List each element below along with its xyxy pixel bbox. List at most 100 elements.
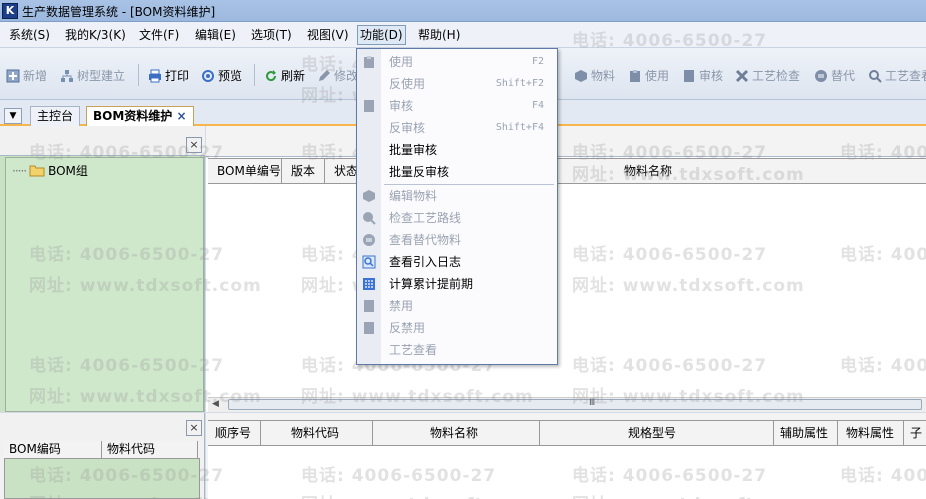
page-icon (364, 300, 374, 312)
col-aux-attribute[interactable]: 辅助属性 (774, 421, 838, 445)
close-panel-icon[interactable]: × (186, 137, 202, 153)
col-bom-code[interactable]: BOM编码 (4, 441, 102, 458)
tab-bom-maintenance[interactable]: BOM资料维护 × (86, 106, 194, 126)
col-material-code[interactable]: 物料代码 (102, 441, 198, 458)
menu-item-check-route[interactable]: 检查工艺路线 (358, 207, 556, 229)
menu-item-label: 查看引入日志 (389, 255, 462, 269)
menu-item-disable[interactable]: 禁用 (358, 295, 556, 317)
bom-list-header: BOM单编号 版本 状态 物料名称 (208, 158, 926, 184)
clipboard-icon (630, 70, 640, 82)
bom-detail-body[interactable] (208, 446, 926, 499)
menu-item-shortcut: Shift+F4 (495, 122, 544, 133)
col-sequence[interactable]: 顺序号 (208, 421, 261, 445)
process-view-button[interactable]: 工艺查看 (868, 66, 926, 86)
audit-button[interactable]: 审核 (682, 66, 723, 86)
menu-item-batch-unaudit[interactable]: 批量反审核 (358, 161, 556, 183)
menu-item-enable[interactable]: 反禁用 (358, 317, 556, 339)
scrollbar-thumb[interactable] (228, 399, 922, 410)
preview-label: 预览 (218, 69, 243, 83)
menu-item-label: 查看替代物料 (389, 233, 462, 247)
magnifier-icon (363, 212, 376, 225)
refresh-icon (266, 70, 277, 82)
col-material-attribute[interactable]: 物料属性 (838, 421, 904, 445)
preview-button[interactable]: 预览 (201, 66, 242, 86)
material-label: 物料 (591, 69, 616, 83)
toolbar-separator (254, 64, 255, 86)
bom-list-header-strip (206, 126, 926, 157)
scroll-left-arrow-icon[interactable]: ◀ (212, 399, 219, 409)
menu-item-label: 编辑物料 (389, 189, 438, 203)
menu-item-edit-material[interactable]: 编辑物料 (358, 185, 556, 207)
menu-item-label: 反审核 (389, 121, 426, 135)
menu-item-shortcut: F4 (531, 100, 544, 111)
menu-item-label: 使用 (389, 55, 414, 69)
menu-item-use[interactable]: 使用 F2 (358, 51, 556, 73)
col-child[interactable]: 子 (904, 421, 926, 445)
process-view-label: 工艺查看 (885, 69, 926, 83)
refresh-button[interactable]: 刷新 (264, 66, 305, 86)
tab-list-button[interactable]: ▼ (4, 108, 22, 124)
menu-item-label: 反禁用 (389, 321, 426, 335)
menu-view[interactable]: 视图(V) (305, 26, 351, 44)
tree-build-button[interactable]: 树型建立 (60, 66, 125, 86)
menu-help[interactable]: 帮助(H) (416, 26, 462, 44)
refresh-label: 刷新 (281, 69, 306, 83)
folder-icon (29, 165, 45, 177)
menu-item-label: 禁用 (389, 299, 414, 313)
book-icon (684, 70, 694, 82)
menu-options[interactable]: 选项(T) (249, 26, 294, 44)
menu-item-label: 批量审核 (389, 143, 438, 157)
material-button[interactable]: 物料 (574, 66, 615, 86)
toolbar-separator (138, 64, 139, 86)
substitute-button[interactable]: 替代 (814, 66, 855, 86)
tab-console-label: 主控台 (37, 109, 74, 123)
menu-edit[interactable]: 编辑(E) (193, 26, 238, 44)
tree-icon (61, 70, 73, 82)
process-check-label: 工艺检查 (752, 69, 801, 83)
preview-icon (202, 70, 214, 82)
page-icon (364, 322, 374, 334)
menu-function[interactable]: 功能(D) (357, 25, 406, 45)
menu-item-unuse[interactable]: 反使用 Shift+F2 (358, 73, 556, 95)
menu-file[interactable]: 文件(F) (137, 26, 181, 44)
menu-item-process-view[interactable]: 工艺查看 (358, 339, 556, 361)
cube-icon (363, 190, 375, 202)
tree-node-label: BOM组 (48, 164, 88, 178)
col-spec-model[interactable]: 规格型号 (540, 421, 774, 445)
menu-item-view-substitute[interactable]: 查看替代物料 (358, 229, 556, 251)
window-title: 生产数据管理系统 - [BOM资料维护] (22, 5, 216, 19)
audit-label: 审核 (699, 69, 724, 83)
col-version[interactable]: 版本 (282, 159, 325, 183)
menu-item-view-import-log[interactable]: 查看引入日志 (358, 251, 556, 273)
use-button[interactable]: 使用 (628, 66, 669, 86)
close-panel-icon[interactable]: × (186, 420, 202, 436)
cube-icon (575, 70, 587, 82)
tree-node-bom-group[interactable]: ····· BOM组 (12, 162, 88, 179)
bom-group-panel-header (0, 126, 205, 156)
menu-my-k3[interactable]: 我的K/3(K) (63, 26, 128, 44)
menu-item-audit[interactable]: 审核 F4 (358, 95, 556, 117)
print-button[interactable]: 打印 (148, 66, 189, 86)
search-icon (869, 70, 882, 83)
menu-item-batch-audit[interactable]: 批量审核 (358, 139, 556, 161)
modify-button[interactable]: 修改 (317, 66, 358, 86)
tab-console[interactable]: 主控台 (30, 106, 81, 126)
tab-close-icon[interactable]: × (176, 109, 186, 123)
bom-group-tree[interactable]: ····· BOM组 (5, 157, 204, 412)
clipboard-icon (364, 56, 374, 68)
substitute-label: 替代 (831, 69, 856, 83)
calculator-icon (363, 278, 375, 290)
app-icon: K (2, 3, 18, 19)
new-button[interactable]: 新增 (6, 66, 47, 86)
print-label: 打印 (165, 69, 190, 83)
col-bom-number[interactable]: BOM单编号 (208, 159, 282, 183)
col-material-name[interactable]: 物料名称 (615, 159, 795, 183)
book-icon (364, 100, 374, 112)
col-material-name[interactable]: 物料名称 (373, 421, 540, 445)
menu-system[interactable]: 系统(S) (7, 26, 52, 44)
use-label: 使用 (645, 69, 670, 83)
col-material-code[interactable]: 物料代码 (261, 421, 373, 445)
process-check-button[interactable]: 工艺检查 (735, 66, 800, 86)
menu-item-calc-lead-time[interactable]: 计算累计提前期 (358, 273, 556, 295)
menu-item-unaudit[interactable]: 反审核 Shift+F4 (358, 117, 556, 139)
